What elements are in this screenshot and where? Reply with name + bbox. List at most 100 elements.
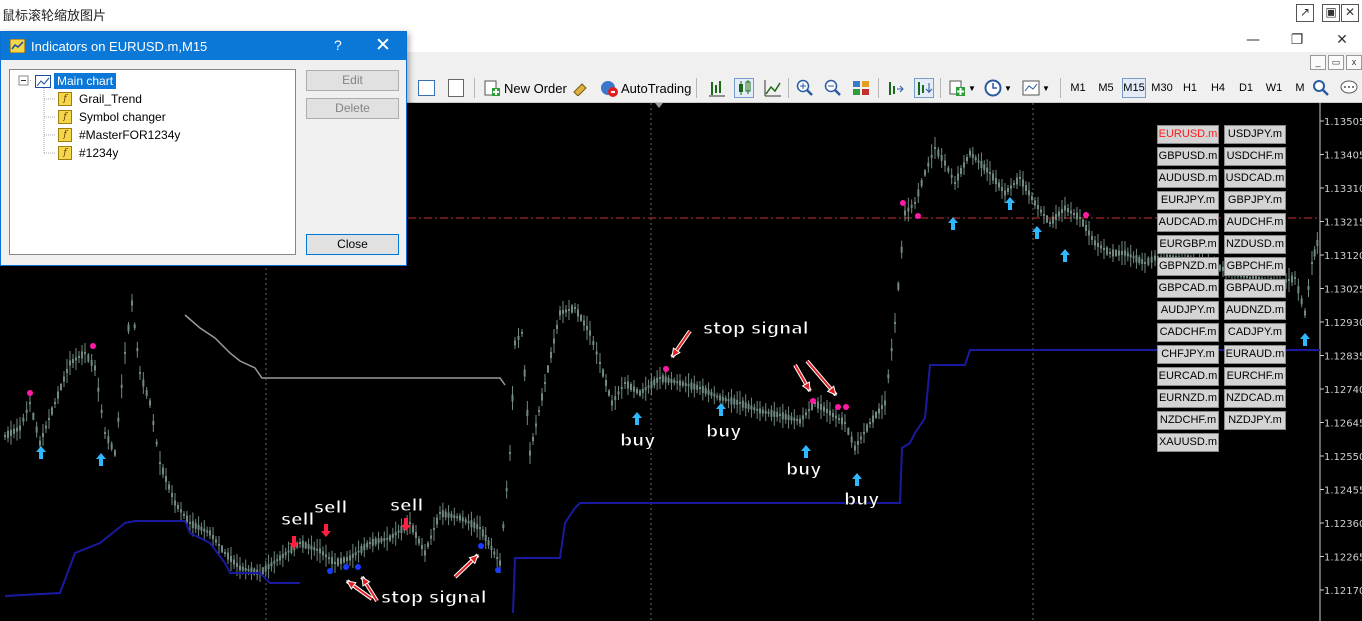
tree-item-indicator[interactable]: f Grail_Trend <box>58 91 145 107</box>
tester-button[interactable] <box>448 77 464 99</box>
templates-button[interactable]: ▼ <box>1022 77 1050 99</box>
timeframe-m[interactable]: M <box>1288 78 1312 98</box>
price-label: 1.12455 <box>1324 486 1362 497</box>
candle-body <box>1070 210 1072 214</box>
symbol-button[interactable]: EURJPY.m <box>1157 191 1219 210</box>
search-button[interactable] <box>1312 77 1330 99</box>
candle-body <box>299 542 301 544</box>
tree-item-main-chart[interactable]: Main chart <box>35 73 117 89</box>
symbol-button[interactable]: CADJPY.m <box>1224 323 1286 342</box>
metaeditor-button[interactable] <box>572 77 588 99</box>
timeframe-m30[interactable]: M30 <box>1150 78 1174 98</box>
candle-chart-button[interactable] <box>734 77 754 99</box>
symbol-button[interactable]: XAUUSD.m <box>1157 433 1219 452</box>
candle-body <box>707 389 710 395</box>
symbol-button[interactable]: EURUSD.m <box>1157 125 1219 144</box>
candle-body <box>793 417 796 421</box>
close-button[interactable]: Close <box>306 234 399 255</box>
candle-body <box>664 376 667 383</box>
symbol-button[interactable]: EURAUD.m <box>1224 345 1286 364</box>
symbol-button[interactable]: GBPJPY.m <box>1224 191 1286 210</box>
symbol-button[interactable]: GBPUSD.m <box>1157 147 1219 166</box>
dropdown-arrow-icon[interactable]: ▼ <box>968 84 976 93</box>
tile-windows-button[interactable] <box>852 77 870 99</box>
timeframe-h1[interactable]: H1 <box>1178 78 1202 98</box>
mdi-minimize-icon[interactable]: _ <box>1310 55 1326 70</box>
candle-body <box>215 539 217 543</box>
edit-button[interactable]: Edit <box>306 70 399 91</box>
line-chart-button[interactable] <box>764 77 782 99</box>
symbol-button[interactable]: EURGBP.m <box>1157 235 1219 254</box>
candle-body <box>284 552 287 556</box>
periods-button[interactable]: ▼ <box>984 77 1012 99</box>
chat-button[interactable] <box>1340 77 1358 99</box>
symbol-button[interactable]: GBPAUD.m <box>1224 279 1286 298</box>
dropdown-arrow-icon[interactable]: ▼ <box>1004 84 1012 93</box>
symbol-button[interactable]: USDCHF.m <box>1224 147 1286 166</box>
dropdown-arrow-icon[interactable]: ▼ <box>1042 84 1050 93</box>
bar-chart-button[interactable] <box>708 77 726 99</box>
stop-dot-magenta <box>843 404 849 410</box>
symbol-button[interactable]: EURCHF.m <box>1224 367 1286 386</box>
candle-body <box>481 529 484 537</box>
timeframe-h4[interactable]: H4 <box>1206 78 1230 98</box>
symbol-button[interactable]: EURNZD.m <box>1157 389 1219 408</box>
viewer-restore-icon[interactable]: ▣ <box>1322 4 1340 22</box>
candle-body <box>1126 252 1129 257</box>
timeframe-m1[interactable]: M1 <box>1066 78 1090 98</box>
symbol-button[interactable]: AUDCHF.m <box>1224 213 1286 232</box>
symbol-button[interactable]: AUDCAD.m <box>1157 213 1219 232</box>
tree-item-indicator[interactable]: f #MasterFOR1234y <box>58 127 183 143</box>
symbol-button[interactable]: AUDUSD.m <box>1157 169 1219 188</box>
autotrading-button[interactable]: AutoTrading <box>600 77 691 99</box>
symbol-button[interactable]: NZDUSD.m <box>1224 235 1286 254</box>
timeframe-m5[interactable]: M5 <box>1094 78 1118 98</box>
candle-body <box>730 397 733 405</box>
candle-body <box>496 557 499 559</box>
symbol-button[interactable]: NZDCHF.m <box>1157 411 1219 430</box>
candle-body <box>1028 190 1030 196</box>
tree-item-indicator[interactable]: f #1234y <box>58 145 121 161</box>
candle-body <box>811 403 813 411</box>
symbol-button[interactable]: AUDNZD.m <box>1224 301 1286 320</box>
candle-body <box>369 542 371 544</box>
symbol-button[interactable]: GBPNZD.m <box>1157 257 1219 276</box>
candle-body <box>1109 252 1111 254</box>
symbol-button[interactable]: CHFJPY.m <box>1157 345 1219 364</box>
dialog-close-icon[interactable]: ✕ <box>375 34 391 57</box>
indicators-button[interactable]: ▼ <box>948 77 976 99</box>
new-order-button[interactable]: New Order <box>484 77 567 99</box>
symbol-button[interactable]: USDCAD.m <box>1224 169 1286 188</box>
tree-root-label: Main chart <box>54 73 117 89</box>
symbol-button[interactable]: NZDJPY.m <box>1224 411 1286 430</box>
autoscroll-button[interactable] <box>914 77 934 99</box>
symbol-button[interactable]: EURCAD.m <box>1157 367 1219 386</box>
symbol-button[interactable]: AUDJPY.m <box>1157 301 1219 320</box>
tree-item-indicator[interactable]: f Symbol changer <box>58 109 169 125</box>
chart-shift-button[interactable] <box>886 77 904 99</box>
viewer-close-icon[interactable]: ✕ <box>1341 4 1359 22</box>
symbol-button[interactable]: USDJPY.m <box>1224 125 1286 144</box>
buy-arrow-icon <box>96 453 106 466</box>
minimize-icon[interactable]: — <box>1243 32 1263 48</box>
timeframe-d1[interactable]: D1 <box>1234 78 1258 98</box>
candle-body <box>523 369 526 377</box>
zoom-out-button[interactable] <box>824 77 842 99</box>
viewer-popout-icon[interactable]: ↗ <box>1296 4 1314 22</box>
candle-body <box>934 147 936 149</box>
zoom-in-button[interactable] <box>796 77 814 99</box>
delete-button[interactable]: Delete <box>306 98 399 119</box>
symbol-button[interactable]: GBPCAD.m <box>1157 279 1219 298</box>
symbol-button[interactable]: GBPCHF.m <box>1224 257 1286 276</box>
timeframe-w1[interactable]: W1 <box>1262 78 1286 98</box>
help-icon[interactable]: ? <box>334 37 342 53</box>
template-icon <box>1022 79 1040 97</box>
close-icon[interactable]: ✕ <box>1332 32 1352 48</box>
symbol-button[interactable]: NZDCAD.m <box>1224 389 1286 408</box>
symbol-button[interactable]: CADCHF.m <box>1157 323 1219 342</box>
restore-icon[interactable]: ❐ <box>1287 32 1307 48</box>
timeframe-m15[interactable]: M15 <box>1122 78 1146 98</box>
mdi-close-icon[interactable]: x <box>1346 55 1362 70</box>
mdi-restore-icon[interactable]: ▭ <box>1328 55 1344 70</box>
navigator-button[interactable] <box>418 77 435 99</box>
